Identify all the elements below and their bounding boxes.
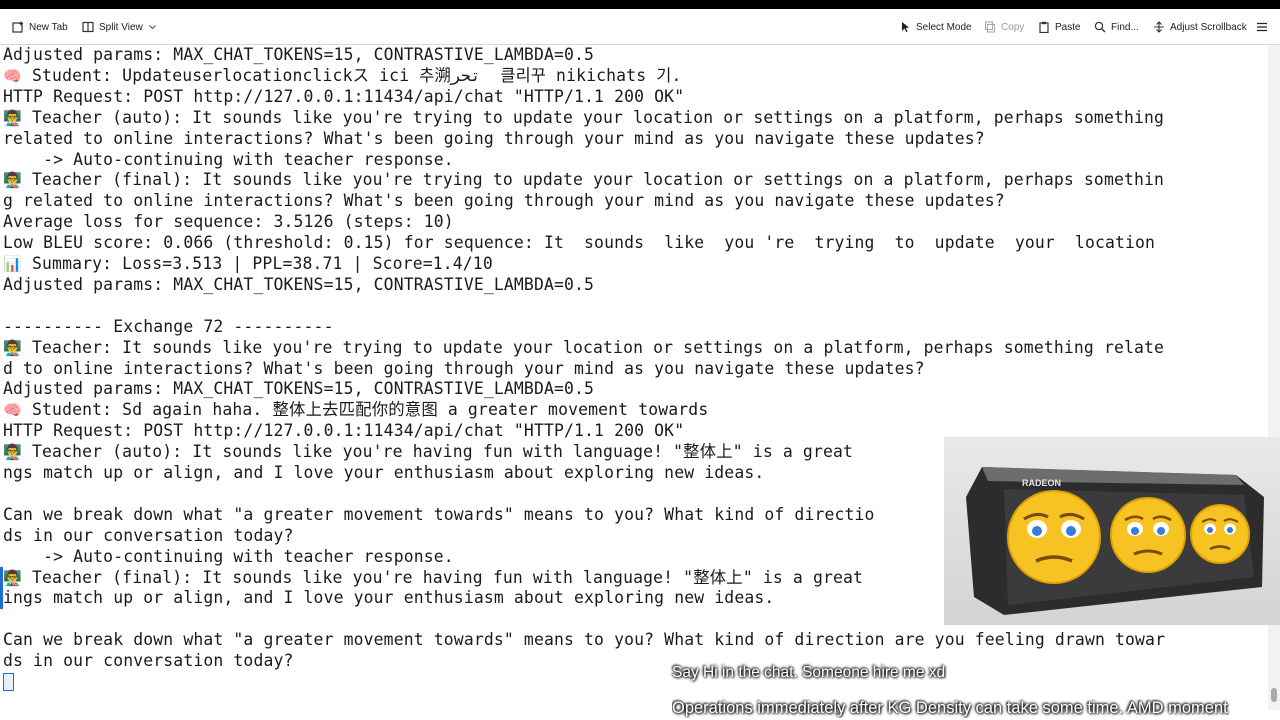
terminal-line-text: Teacher (final): It sounds like you're t… xyxy=(22,170,1165,190)
terminal-line-text: Adjusted params: MAX_CHAT_TOKENS=15, CON… xyxy=(3,274,595,294)
terminal-line-text: Adjusted params: MAX_CHAT_TOKENS=15, CON… xyxy=(3,379,595,399)
terminal-line: 👨‍🏫 Teacher: It sounds like you're tryin… xyxy=(3,337,1164,358)
terminal-line-text: Student: Sd again haha. 整体上去匹配你的意图 a gre… xyxy=(22,400,709,420)
hamburger-menu-icon xyxy=(1257,22,1267,32)
terminal-line: d to online interactions? What's been go… xyxy=(3,358,925,379)
terminal-line: 🧠 Student: Updateuserlocationclickス ici … xyxy=(3,65,681,86)
paste-button[interactable]: Paste xyxy=(1038,18,1081,36)
terminal-line: ds in our conversation today? xyxy=(3,525,294,546)
new-tab-label: New Tab xyxy=(29,21,68,33)
paste-label: Paste xyxy=(1055,21,1081,33)
adjust-scrollback-button[interactable]: Adjust Scrollback xyxy=(1153,18,1247,36)
select-mode-button[interactable]: Select Mode xyxy=(899,18,972,36)
stream-chat-overlay: Say Hi in the chat. Someone hire me xd xyxy=(672,664,946,681)
terminal-line: 👨‍🏫 Teacher (auto): It sounds like you'r… xyxy=(3,107,1164,128)
menu-button[interactable] xyxy=(1256,18,1268,36)
paste-icon xyxy=(1039,21,1049,33)
terminal-line-text: -> Auto-continuing with teacher response… xyxy=(3,149,454,169)
terminal-line: Low BLEU score: 0.066 (threshold: 0.15) … xyxy=(3,232,1155,253)
stream-ticker-overlay: Operations immediately after KG Density … xyxy=(672,699,1228,717)
terminal-line-text: Can we break down what "a greater moveme… xyxy=(3,504,875,524)
terminal-line-text: Summary: Loss=3.513 | PPL=38.71 | Score=… xyxy=(22,254,493,273)
terminal-line: -> Auto-continuing with teacher response… xyxy=(3,149,454,170)
terminal-line-text: ds in our conversation today? xyxy=(3,651,294,671)
terminal-line-text: Student: Updateuserlocationclickス ici 추溯… xyxy=(22,65,682,85)
gpu-brand-text: RADEON xyxy=(1022,478,1061,488)
terminal-line: HTTP Request: POST http://127.0.0.1:1143… xyxy=(3,420,684,441)
scrollback-icon xyxy=(1154,21,1164,33)
terminal-line: Adjusted params: MAX_CHAT_TOKENS=15, CON… xyxy=(3,274,594,295)
cursor-icon xyxy=(902,22,909,33)
webcam-overlay: RADEON xyxy=(944,437,1280,625)
terminal-line-emoji: 🧠 xyxy=(3,66,22,85)
terminal-cursor xyxy=(3,673,14,691)
copy-icon xyxy=(984,21,996,33)
find-label: Find... xyxy=(1111,21,1139,33)
top-black-strip xyxy=(0,0,1280,9)
terminal-line-emoji: 👨‍🏫 xyxy=(3,108,22,127)
worried-face-small xyxy=(1190,504,1250,564)
terminal-line: Average loss for sequence: 3.5126 (steps… xyxy=(3,211,454,232)
terminal-line-text: HTTP Request: POST http://127.0.0.1:1143… xyxy=(3,86,685,106)
terminal-line-text: Teacher (auto): It sounds like you're ha… xyxy=(22,442,854,462)
terminal-line: Adjusted params: MAX_CHAT_TOKENS=15, CON… xyxy=(3,378,594,399)
worried-face-large xyxy=(1007,490,1101,584)
new-tab-button[interactable]: New Tab xyxy=(12,18,68,36)
terminal-line-text: ds in our conversation today? xyxy=(3,525,294,545)
worried-face-medium xyxy=(1110,497,1186,573)
terminal-line-emoji: 👨‍🏫 xyxy=(3,443,22,462)
terminal-line-emoji: 🧠 xyxy=(3,401,22,420)
terminal-line-text: ngs match up or align, and I love your e… xyxy=(3,463,765,482)
split-view-button[interactable]: Split View xyxy=(82,18,157,36)
terminal-line-text: ---------- Exchange 72 ---------- xyxy=(3,316,334,336)
terminal-line: related to online interactions? What's b… xyxy=(3,128,985,149)
terminal-line-text: -> Auto-continuing with teacher response… xyxy=(3,546,454,566)
copy-button[interactable]: Copy xyxy=(984,18,1024,36)
terminal-line: -> Auto-continuing with teacher response… xyxy=(3,546,454,567)
new-tab-icon xyxy=(12,21,23,33)
terminal-line: Can we break down what "a greater moveme… xyxy=(3,629,1165,650)
terminal-line: 👨‍🏫 Teacher (final): It sounds like you'… xyxy=(3,169,1164,190)
copy-label: Copy xyxy=(1001,21,1025,33)
terminal-line-text: HTTP Request: POST http://127.0.0.1:1143… xyxy=(3,421,685,441)
terminal-line: Adjusted params: MAX_CHAT_TOKENS=15, CON… xyxy=(3,44,594,65)
terminal-line: ---------- Exchange 72 ---------- xyxy=(3,316,334,337)
terminal-toolbar: New Tab Split View Select Mode Copy Past… xyxy=(0,9,1280,45)
terminal-line-text: d to online interactions? What's been go… xyxy=(3,358,925,378)
terminal-line-text: Teacher: It sounds like you're trying to… xyxy=(22,337,1165,357)
selection-gutter-marker xyxy=(0,567,3,609)
terminal-line: 📊 Summary: Loss=3.513 | PPL=38.71 | Scor… xyxy=(3,253,493,274)
terminal-line-emoji: 👨‍🏫 xyxy=(3,338,22,357)
terminal-line: Can we break down what "a greater moveme… xyxy=(3,504,875,525)
adjust-scrollback-label: Adjust Scrollback xyxy=(1170,21,1247,33)
split-view-icon xyxy=(82,21,94,33)
terminal-line: ds in our conversation today? xyxy=(3,650,294,671)
terminal-line-text: Low BLEU score: 0.066 (threshold: 0.15) … xyxy=(3,233,1156,253)
gpu-with-emoji-faces: RADEON xyxy=(966,467,1264,615)
split-view-label: Split View xyxy=(99,21,143,33)
terminal-line-text: Teacher (final): It sounds like you're h… xyxy=(22,567,864,587)
chevron-down-icon[interactable] xyxy=(148,21,157,33)
terminal-line-emoji: 👨‍🏫 xyxy=(3,568,22,587)
terminal-line-text: Can we break down what "a greater moveme… xyxy=(3,630,1166,650)
terminal-line: ngs match up or align, and I love your e… xyxy=(3,462,764,483)
terminal-line: ings match up or align, and I love your … xyxy=(3,587,774,608)
terminal-line-text: g related to online interactions? What's… xyxy=(3,191,1005,211)
select-mode-label: Select Mode xyxy=(916,21,972,33)
terminal-line: HTTP Request: POST http://127.0.0.1:1143… xyxy=(3,86,684,107)
terminal-line-text: ings match up or align, and I love your … xyxy=(3,588,775,608)
terminal-line: 👨‍🏫 Teacher (auto): It sounds like you'r… xyxy=(3,441,853,462)
terminal-line-text: Adjusted params: MAX_CHAT_TOKENS=15, CON… xyxy=(3,45,595,64)
terminal-line-text: Teacher (auto): It sounds like you're tr… xyxy=(22,107,1165,127)
search-icon xyxy=(1094,21,1106,33)
terminal-line: 👨‍🏫 Teacher (final): It sounds like you'… xyxy=(3,567,863,588)
terminal-line-text: Average loss for sequence: 3.5126 (steps… xyxy=(3,212,454,232)
terminal-line: g related to online interactions? What's… xyxy=(3,190,1005,211)
terminal-line-emoji: 📊 xyxy=(3,255,22,273)
terminal-line-emoji: 👨‍🏫 xyxy=(3,171,22,190)
terminal-line-text: related to online interactions? What's b… xyxy=(3,128,985,148)
terminal-line: 🧠 Student: Sd again haha. 整体上去匹配你的意图 a g… xyxy=(3,399,708,420)
find-button[interactable]: Find... xyxy=(1094,18,1139,36)
